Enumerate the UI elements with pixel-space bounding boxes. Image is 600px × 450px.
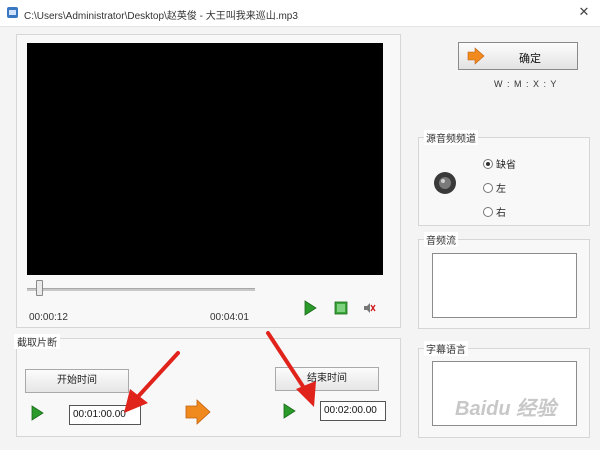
total-time: 00:04:01: [210, 312, 249, 323]
video-panel: 00:00:12 00:04:01: [16, 34, 401, 328]
mute-icon[interactable]: [361, 300, 377, 316]
clip-panel: 开始时间 结束时间: [16, 338, 401, 437]
arrow-right-icon: [467, 47, 485, 65]
radio-default[interactable]: 缺省: [483, 156, 516, 171]
app-icon: [7, 7, 18, 18]
ok-button-label: 确定: [519, 53, 541, 65]
play-end-icon[interactable]: [281, 403, 297, 419]
play-start-icon[interactable]: [29, 405, 45, 421]
window-title: C:\Users\Administrator\Desktop\赵英俊 - 大王叫…: [24, 11, 298, 22]
title-bar: C:\Users\Administrator\Desktop\赵英俊 - 大王叫…: [0, 0, 600, 27]
ok-button[interactable]: 确定: [458, 42, 578, 70]
start-time-input[interactable]: [69, 405, 141, 425]
radio-default-label: 缺省: [496, 160, 516, 171]
arrow-right-icon: [185, 399, 211, 425]
audio-channel-label: 源音频频道: [424, 130, 478, 145]
audio-stream-list[interactable]: [432, 253, 577, 318]
radio-default-dot: [483, 159, 493, 169]
end-time-input[interactable]: [320, 401, 386, 421]
seek-slider-track[interactable]: [27, 288, 255, 291]
format-hint: W : M : X : Y: [494, 79, 558, 89]
radio-right-label: 右: [496, 208, 506, 219]
radio-right[interactable]: 右: [483, 204, 506, 219]
radio-right-dot: [483, 207, 493, 217]
stop-icon[interactable]: [333, 300, 349, 316]
clip-group-label: 截取片断: [14, 334, 60, 349]
seek-slider-thumb[interactable]: [36, 280, 43, 296]
audio-stream-label: 音频流: [424, 232, 458, 247]
app-window: C:\Users\Administrator\Desktop\赵英俊 - 大王叫…: [0, 0, 600, 450]
subtitle-label: 字幕语言: [424, 341, 468, 356]
watermark: Baidu 经验: [455, 398, 557, 420]
video-display: [27, 43, 383, 275]
start-time-button[interactable]: 开始时间: [25, 369, 129, 393]
radio-left[interactable]: 左: [483, 180, 506, 195]
radio-left-label: 左: [496, 184, 506, 195]
end-time-button[interactable]: 结束时间: [275, 367, 379, 391]
current-time: 00:00:12: [29, 312, 68, 323]
play-icon[interactable]: [302, 300, 318, 316]
close-button[interactable]: ✕: [576, 4, 592, 20]
radio-left-dot: [483, 183, 493, 193]
speaker-icon: [434, 172, 456, 194]
